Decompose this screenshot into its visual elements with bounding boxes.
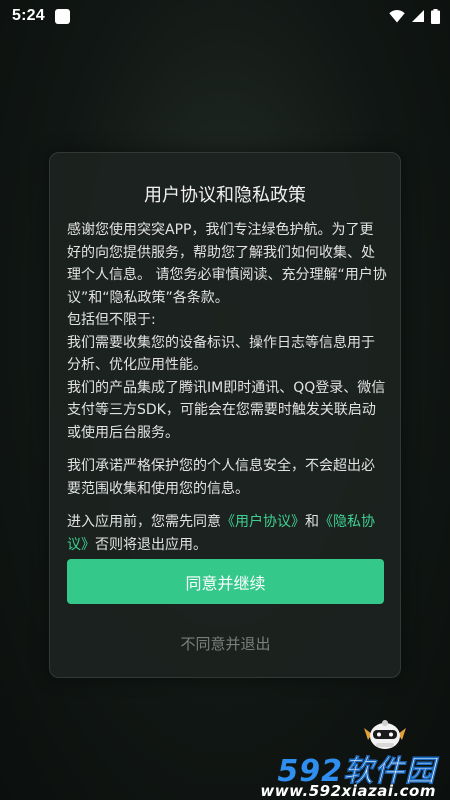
cell-signal-icon: [412, 10, 424, 22]
status-bar-right: [389, 8, 440, 24]
intro-paragraph: 感谢您使用突突APP，我们专注绿色护航。为了更好的向您提供服务，帮助您了解我们如…: [67, 222, 387, 306]
battery-icon: [431, 8, 440, 24]
consent-paragraph: 进入应用前，您需先同意《用户协议》和《隐私协议》否则将退出应用。: [67, 511, 387, 556]
notification-box-icon: [54, 8, 70, 24]
disagree-exit-button[interactable]: 不同意并退出: [67, 627, 384, 659]
sdk-line: 我们的产品集成了腾讯IM即时通讯、QQ登录、微信支付等三方SDK，可能会在您需要…: [67, 379, 386, 441]
dialog-title: 用户协议和隐私政策: [144, 185, 306, 206]
agree-continue-button[interactable]: 同意并继续: [67, 559, 384, 604]
user-agreement-link[interactable]: 《用户协议》: [221, 514, 305, 530]
site-watermark: 592软件园 www.592xiazai.com: [242, 714, 442, 800]
promise-paragraph: 我们承诺严格保护您的个人信息安全，不会超出必要范围收集和使用您的信息。: [67, 458, 375, 497]
consent-and: 和: [305, 514, 319, 530]
collect-line: 我们需要收集您的设备标识、操作日志等信息用于分析、优化应用性能。: [67, 334, 375, 374]
status-bar: 5:24: [0, 0, 450, 32]
status-bar-left: 5:24: [12, 7, 70, 25]
consent-prefix: 进入应用前，您需先同意: [67, 514, 221, 530]
status-time: 5:24: [12, 7, 45, 24]
mascot-icon: [364, 720, 406, 749]
watermark-url: www.592xiazai.com: [260, 782, 436, 800]
privacy-dialog: 用户协议和隐私政策 感谢您使用突突APP，我们专注绿色护航。为了更好的向您提供服…: [49, 152, 401, 678]
include-line: 包括但不限于:: [67, 312, 156, 328]
dialog-body: 感谢您使用突突APP，我们专注绿色护航。为了更好的向您提供服务，帮助您了解我们如…: [67, 219, 387, 556]
consent-suffix: 否则将退出应用。: [95, 536, 207, 553]
wifi-icon: [389, 9, 405, 22]
